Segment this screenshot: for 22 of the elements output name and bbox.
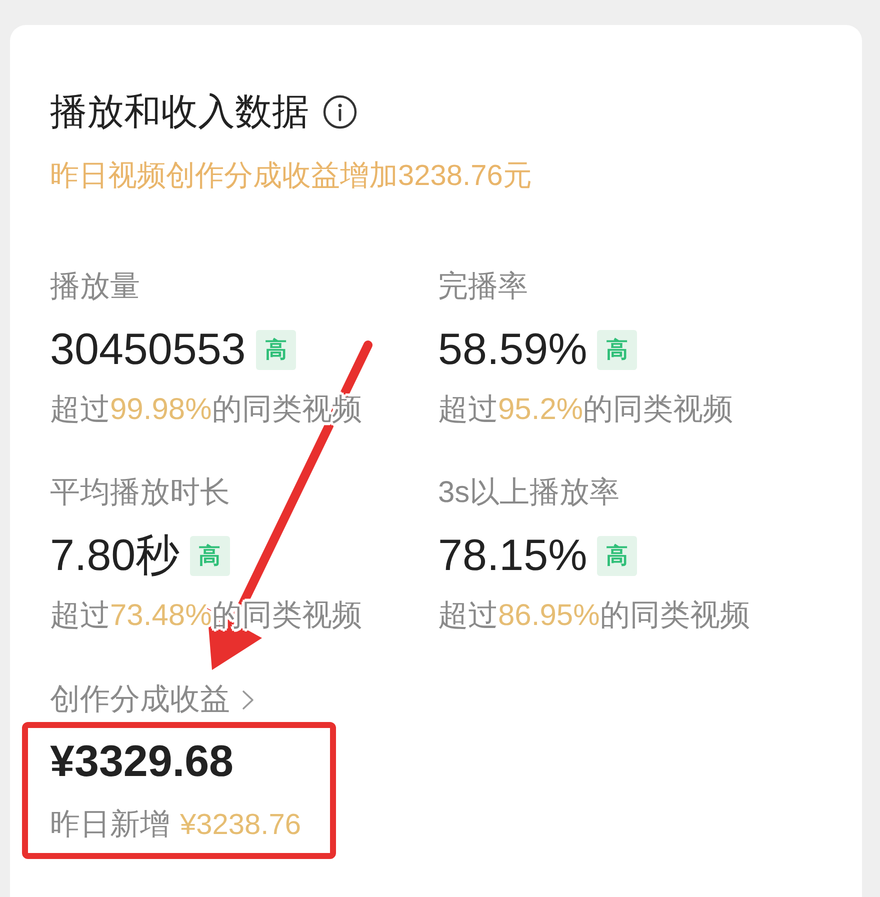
metric-label: 平均播放时长 bbox=[50, 475, 230, 511]
yesterday-label: 昨日新增 bbox=[50, 807, 170, 843]
comparison-text: 超过95.2%的同类视频 bbox=[438, 392, 734, 428]
metric-value: 58.59% bbox=[438, 326, 588, 374]
info-icon[interactable] bbox=[323, 95, 357, 129]
card-title: 播放和收入数据 bbox=[50, 92, 309, 132]
yesterday-amount: ¥3238.76 bbox=[180, 808, 301, 843]
metric-label: 3s以上播放率 bbox=[438, 475, 620, 511]
rating-badge: 高 bbox=[190, 536, 230, 576]
metric-value: 78.15% bbox=[438, 532, 588, 580]
comparison-text: 超过86.95%的同类视频 bbox=[438, 598, 750, 634]
rating-badge: 高 bbox=[597, 536, 638, 576]
metric-value: 30450553 bbox=[50, 326, 246, 374]
earnings-amount: ¥3329.68 bbox=[50, 738, 234, 786]
notice-text: 昨日视频创作分成收益增加3238.76元 bbox=[50, 159, 532, 194]
metric-label: 播放量 bbox=[50, 269, 140, 305]
rating-badge: 高 bbox=[597, 330, 638, 370]
metric-label: 完播率 bbox=[438, 269, 528, 305]
rating-badge: 高 bbox=[256, 330, 296, 370]
earnings-link[interactable]: 创作分成收益 bbox=[50, 682, 254, 718]
chevron-right-icon bbox=[242, 690, 254, 710]
metric-value: 7.80秒 bbox=[50, 532, 180, 580]
